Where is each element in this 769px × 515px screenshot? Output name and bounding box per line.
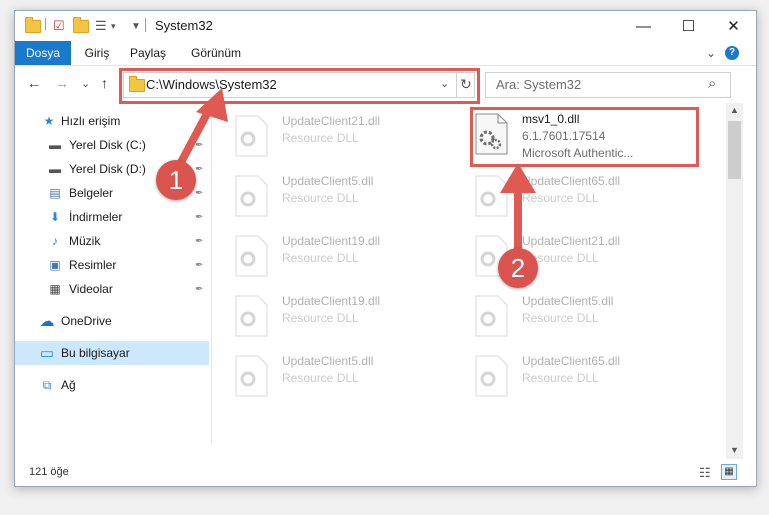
step-badge-2: 2 bbox=[498, 248, 538, 288]
arrow-1-shaft bbox=[174, 104, 214, 172]
step-badge-1: 1 bbox=[156, 160, 196, 200]
arrow-2-head bbox=[500, 163, 536, 193]
annotation-arrows bbox=[174, 88, 536, 256]
